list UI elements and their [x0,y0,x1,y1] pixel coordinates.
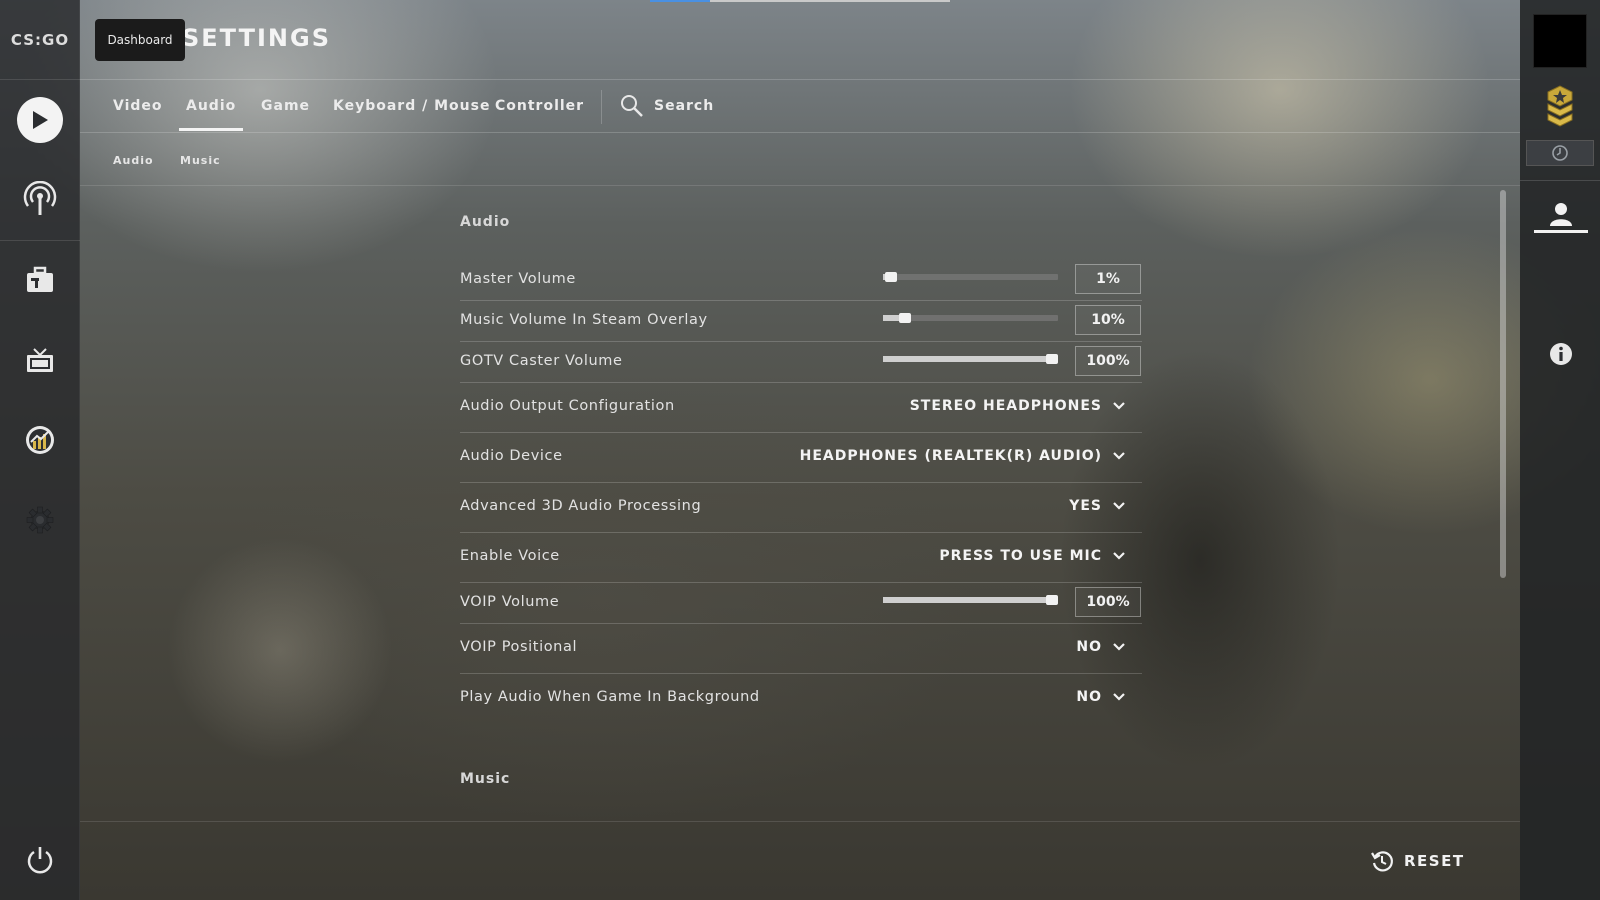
setting-row-audio-device: Audio Device HEADPHONES (REALTEK(R) AUDI… [460,433,1142,483]
subtab-music[interactable]: Music [180,154,221,167]
play-button[interactable] [14,94,66,146]
music-volume-overlay-slider[interactable] [883,313,1058,323]
setting-row-music-volume-overlay: Music Volume In Steam Overlay 10% [460,301,1142,342]
chevron-down-icon [1113,402,1125,410]
setting-label: Play Audio When Game In Background [460,689,760,705]
user-icon [1550,203,1572,226]
stats-button[interactable] [14,414,66,466]
settings-tabs: Video Audio Game Keyboard / Mouse Contro… [80,80,1520,133]
settings-button[interactable] [14,494,66,546]
setting-row-advanced-3d-audio: Advanced 3D Audio Processing YES [460,483,1142,533]
setting-label: Audio Device [460,448,563,464]
search-label: Search [654,98,715,114]
csgo-logo: CS:GO [0,0,80,80]
setting-label: Audio Output Configuration [460,398,675,414]
broadcast-icon [23,181,57,215]
voip-volume-slider[interactable] [883,595,1058,605]
tab-game[interactable]: Game [261,98,310,114]
info-icon [1550,343,1572,365]
music-volume-overlay-value[interactable]: 10% [1075,305,1141,335]
reset-button[interactable]: RESET [1370,849,1465,873]
setting-label: Advanced 3D Audio Processing [460,498,702,514]
right-sidebar [1520,0,1600,900]
reset-icon [1371,851,1393,872]
settings-content: Audio Master Volume 1% Music Volume In S… [460,186,1142,821]
gotv-caster-volume-slider[interactable] [883,354,1058,364]
play-audio-background-dropdown[interactable]: NO [1076,689,1126,705]
gotv-caster-volume-value[interactable]: 100% [1075,346,1141,376]
dropdown-value: PRESS TO USE MIC [939,548,1102,564]
chevron-down-icon [1113,452,1125,460]
stats-icon [26,426,54,454]
setting-label: VOIP Volume [460,594,560,610]
audio-output-dropdown[interactable]: STEREO HEADPHONES [910,398,1126,414]
friends-tab-indicator [1534,230,1588,233]
search-icon [621,95,643,117]
chevron-down-icon [1113,643,1125,651]
broadcast-button[interactable] [14,173,66,225]
setting-row-voip-positional: VOIP Positional NO [460,624,1142,674]
dropdown-value: HEADPHONES (REALTEK(R) AUDIO) [799,448,1102,464]
setting-row-play-audio-background: Play Audio When Game In Background NO [460,674,1142,724]
enable-voice-dropdown[interactable]: PRESS TO USE MIC [939,548,1126,564]
dropdown-value: STEREO HEADPHONES [909,398,1102,414]
setting-row-voip-volume: VOIP Volume 100% [460,583,1142,624]
page-title: SETTINGS [182,24,331,52]
chevron-down-icon [1113,693,1125,701]
tab-audio[interactable]: Audio [178,98,244,131]
master-volume-value[interactable]: 1% [1075,264,1141,294]
dashboard-tooltip: Dashboard [95,19,185,61]
setting-row-master-volume: Master Volume 1% [460,260,1142,301]
setting-label: Music Volume In Steam Overlay [460,312,708,328]
audio-device-dropdown[interactable]: HEADPHONES (REALTEK(R) AUDIO) [800,448,1126,464]
chevron-down-icon [1113,502,1125,510]
reset-label: RESET [1404,852,1465,870]
voip-volume-value[interactable]: 100% [1075,587,1141,617]
content-scrollbar[interactable] [1500,190,1506,578]
advanced-3d-audio-dropdown[interactable]: YES [1069,498,1126,514]
setting-label: Master Volume [460,271,576,287]
briefcase-icon [27,266,53,292]
search-button[interactable]: Search [620,94,714,118]
tv-icon [27,348,53,372]
subtab-audio[interactable]: Audio [113,154,154,167]
subtabs: Audio Music [80,133,1520,186]
gear-icon [26,506,54,534]
dropdown-value: YES [1069,498,1102,514]
section-title-music: Music [460,771,511,787]
setting-label: GOTV Caster Volume [460,353,623,369]
info-button[interactable] [1549,342,1573,370]
chevron-down-icon [1113,552,1125,560]
master-volume-slider[interactable] [883,272,1058,282]
tab-keyboard-mouse[interactable]: Keyboard / Mouse [333,98,490,114]
inventory-button[interactable] [14,254,66,306]
power-icon [27,847,53,874]
left-sidebar: CS:GO [0,0,80,900]
dropdown-value: NO [1076,689,1102,705]
setting-label: Enable Voice [460,548,560,564]
clock-icon [1552,145,1568,161]
setting-row-enable-voice: Enable Voice PRESS TO USE MIC [460,533,1142,583]
setting-row-audio-output: Audio Output Configuration STEREO HEADPH… [460,383,1142,433]
tab-video[interactable]: Video [113,98,163,114]
bottom-bar: RESET [80,821,1520,900]
avatar[interactable] [1533,14,1587,68]
setting-row-gotv-caster-volume: GOTV Caster Volume 100% [460,342,1142,383]
header: SETTINGS Dashboard [80,0,1520,80]
tab-divider [601,90,602,124]
rank-icon [1544,84,1576,132]
setting-label: VOIP Positional [460,639,578,655]
quit-button[interactable] [14,834,66,886]
voip-positional-dropdown[interactable]: NO [1076,639,1126,655]
watch-button[interactable] [14,335,66,387]
dropdown-value: NO [1076,639,1102,655]
play-icon [17,97,63,143]
tab-controller[interactable]: Controller [495,98,584,114]
section-title-audio: Audio [460,214,511,230]
level-progress [1526,140,1594,166]
